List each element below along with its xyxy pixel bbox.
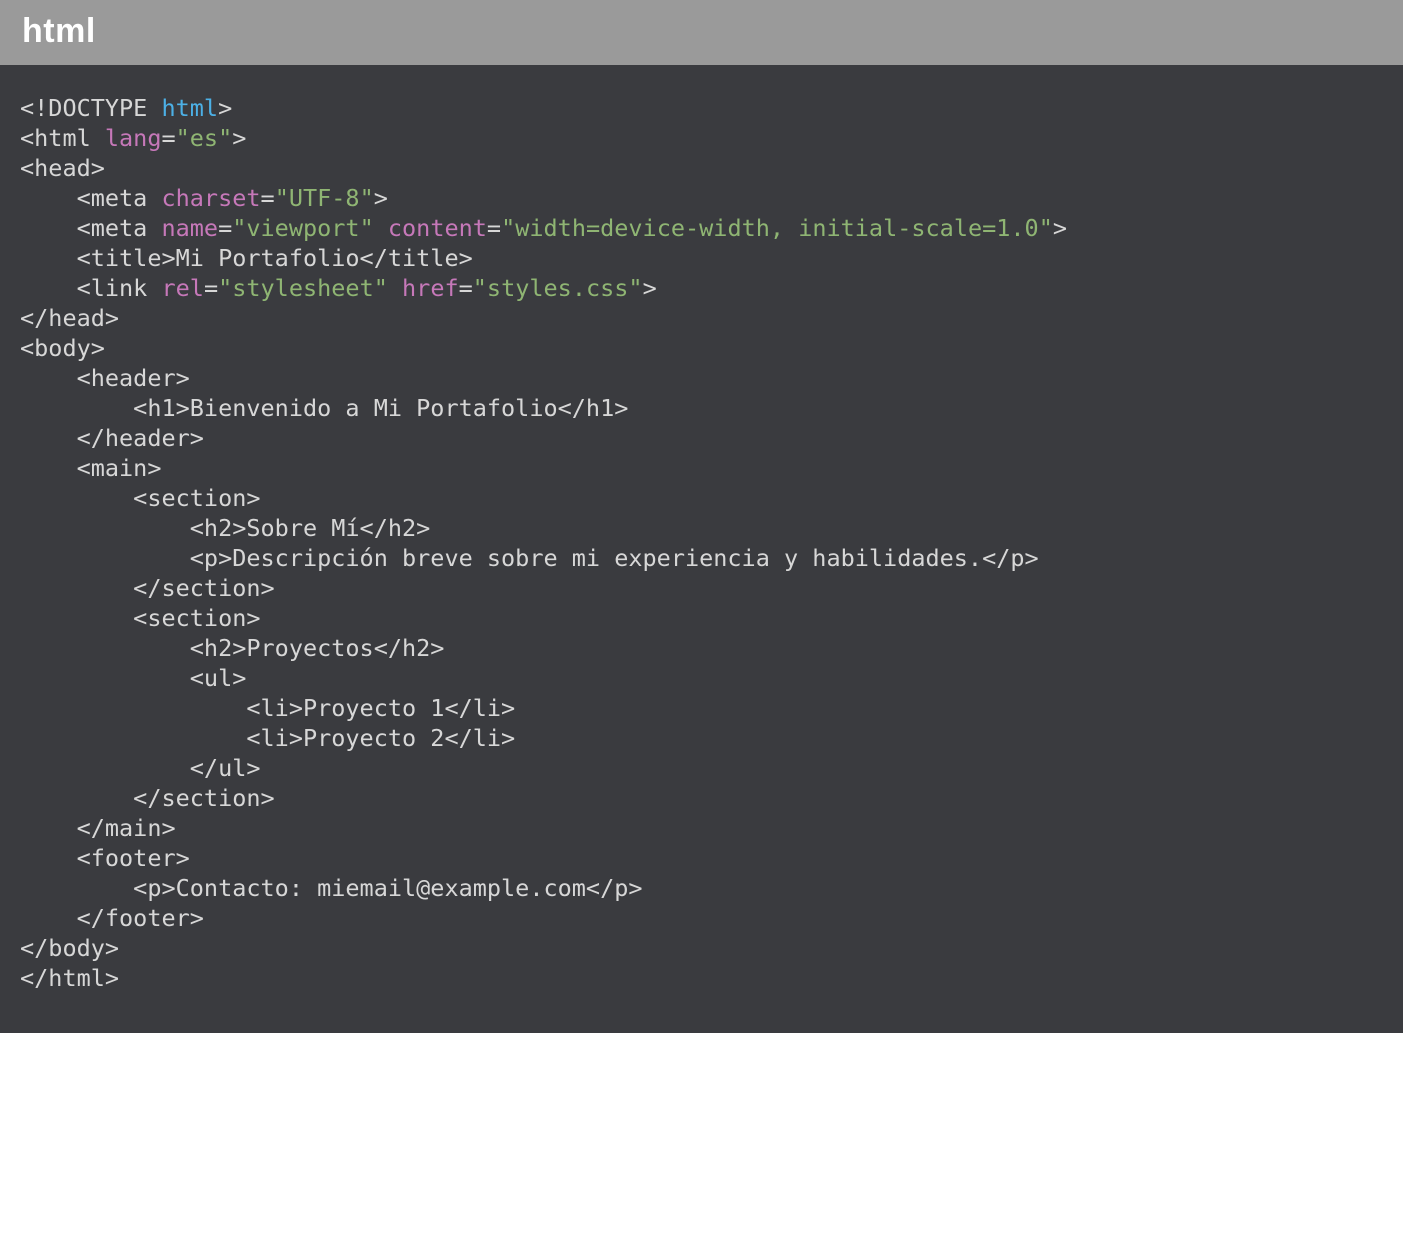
code-token: =: [161, 124, 175, 152]
code-token: </footer>: [20, 904, 204, 932]
code-token: html: [161, 94, 218, 122]
code-token: lang: [105, 124, 162, 152]
code-block: html <!DOCTYPE html> <html lang="es"> <h…: [0, 0, 1403, 1033]
code-token: [388, 274, 402, 302]
code-token: <header>: [20, 364, 190, 392]
code-token: </head>: [20, 304, 119, 332]
code-token: =: [204, 274, 218, 302]
code-token: <p>Descripción breve sobre mi experienci…: [20, 544, 1039, 572]
code-token: name: [161, 214, 218, 242]
code-token: </main>: [20, 814, 176, 842]
code-block-language-label: html: [22, 12, 96, 50]
code-token: =: [459, 274, 473, 302]
code-token: "UTF-8": [275, 184, 374, 212]
code-token: <!DOCTYPE: [20, 94, 161, 122]
code-token: <h2>Proyectos</h2>: [20, 634, 444, 662]
code-token: <li>Proyecto 1</li>: [20, 694, 515, 722]
code-token: </section>: [20, 574, 275, 602]
code-token: "width=device-width, initial-scale=1.0": [501, 214, 1053, 242]
code-token: >: [218, 94, 232, 122]
code-token: >: [374, 184, 388, 212]
code-token: [374, 214, 388, 242]
code-token: <meta: [20, 184, 161, 212]
code-token: <title>Mi Portafolio</title>: [20, 244, 473, 272]
code-token: =: [218, 214, 232, 242]
code-token: <h2>Sobre Mí</h2>: [20, 514, 430, 542]
code-token: "stylesheet": [218, 274, 388, 302]
code-block-header: html: [0, 0, 1403, 65]
code-token: href: [402, 274, 459, 302]
code-token: >: [643, 274, 657, 302]
code-token: "es": [176, 124, 233, 152]
code-token: <li>Proyecto 2</li>: [20, 724, 515, 752]
code-token: <ul>: [20, 664, 246, 692]
code-token: <h1>Bienvenido a Mi Portafolio</h1>: [20, 394, 628, 422]
code-token: =: [487, 214, 501, 242]
code-token: "viewport": [232, 214, 373, 242]
code-token: rel: [161, 274, 203, 302]
code-token: <meta: [20, 214, 161, 242]
code-token: <section>: [20, 604, 261, 632]
code-token: <body>: [20, 334, 105, 362]
code-token: <section>: [20, 484, 261, 512]
code-token: </header>: [20, 424, 204, 452]
code-token: </body>: [20, 934, 119, 962]
code-token: <link: [20, 274, 161, 302]
code-token: "styles.css": [473, 274, 643, 302]
code-token: <html: [20, 124, 105, 152]
code-token: <p>Contacto: miemail@example.com</p>: [20, 874, 643, 902]
code-block-body: <!DOCTYPE html> <html lang="es"> <head> …: [0, 65, 1403, 1033]
code-token: </section>: [20, 784, 275, 812]
code-token: >: [1053, 214, 1067, 242]
code-token: =: [261, 184, 275, 212]
code-token: </ul>: [20, 754, 261, 782]
code-token: <main>: [20, 454, 161, 482]
code-token: charset: [161, 184, 260, 212]
code-token: >: [232, 124, 246, 152]
code-token: <head>: [20, 154, 105, 182]
code-token: content: [388, 214, 487, 242]
code-token: <footer>: [20, 844, 190, 872]
code-token: </html>: [20, 964, 119, 992]
